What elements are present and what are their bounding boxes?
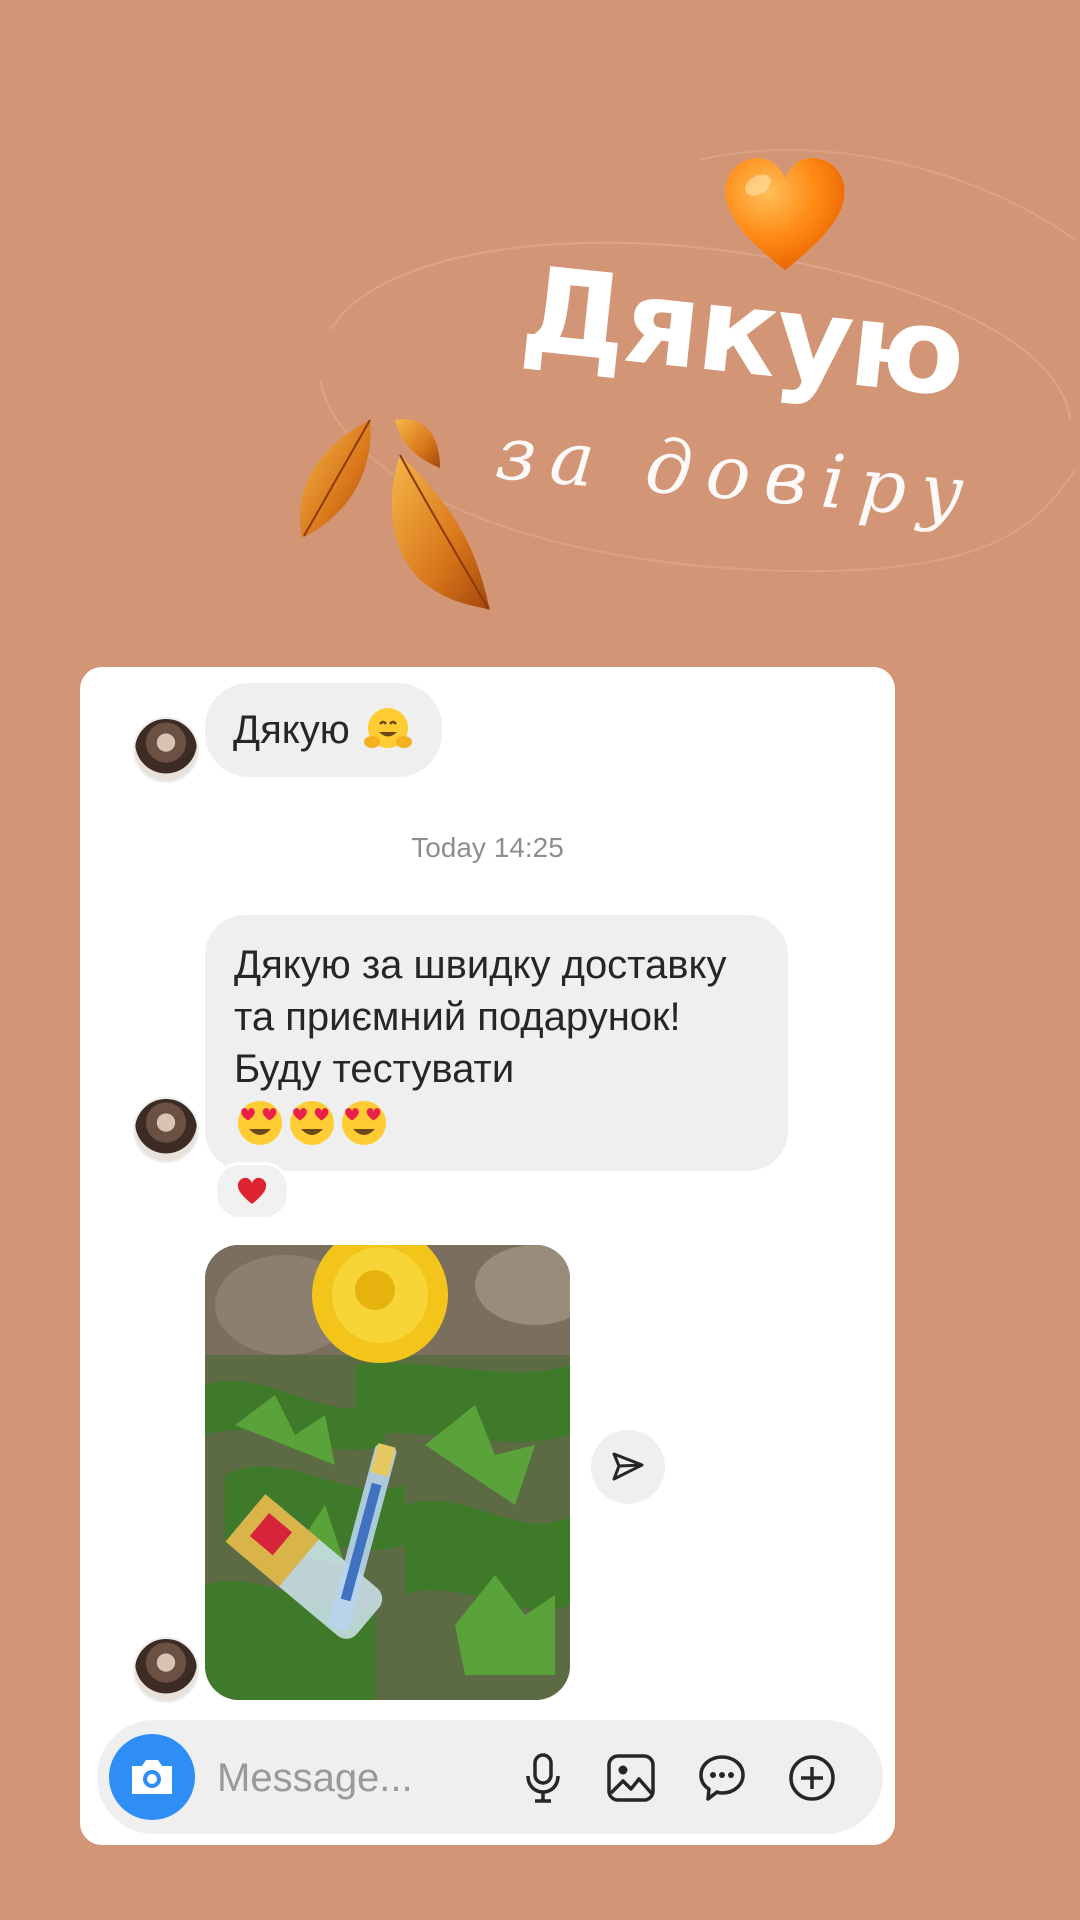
more-options-button[interactable] [784,1750,840,1806]
sticker-button[interactable] [694,1750,750,1806]
message-text: Дякую [233,708,350,752]
camera-icon [132,1760,172,1794]
chat-bubble-dots-icon [699,1755,745,1801]
sender-avatar[interactable] [133,717,199,783]
plus-circle-icon [789,1755,835,1801]
camera-button[interactable] [109,1734,195,1820]
share-button[interactable] [591,1430,665,1504]
microphone-button[interactable] [515,1750,571,1806]
heart-eyes-emoji-icon [234,1099,390,1146]
timestamp: Today 14:25 [411,832,564,863]
dandelion-and-perfume-bottles-photo [205,1245,570,1700]
message-text: Дякую за швидку доставку та приємний под… [234,943,727,1091]
message-bubble[interactable]: Дякую [205,683,442,777]
sender-avatar[interactable] [133,1097,199,1163]
photo-message[interactable] [205,1245,570,1700]
chat-thread-card: Дякую Today 14:25 Дякую за швидку достав… [80,667,895,1845]
red-heart-icon [237,1177,267,1204]
gallery-button[interactable] [603,1750,659,1806]
microphone-icon [526,1753,560,1803]
message-input[interactable] [215,1720,499,1836]
paper-plane-icon [612,1452,644,1481]
image-icon [607,1754,655,1802]
heart-reaction-badge[interactable] [214,1162,290,1220]
hugging-face-icon [363,708,412,748]
sender-avatar[interactable] [133,1637,199,1703]
message-composer [97,1720,883,1836]
autumn-leaves-icon [299,419,490,610]
orange-heart-icon [725,158,845,270]
message-bubble[interactable]: Дякую за швидку доставку та приємний под… [205,915,788,1172]
